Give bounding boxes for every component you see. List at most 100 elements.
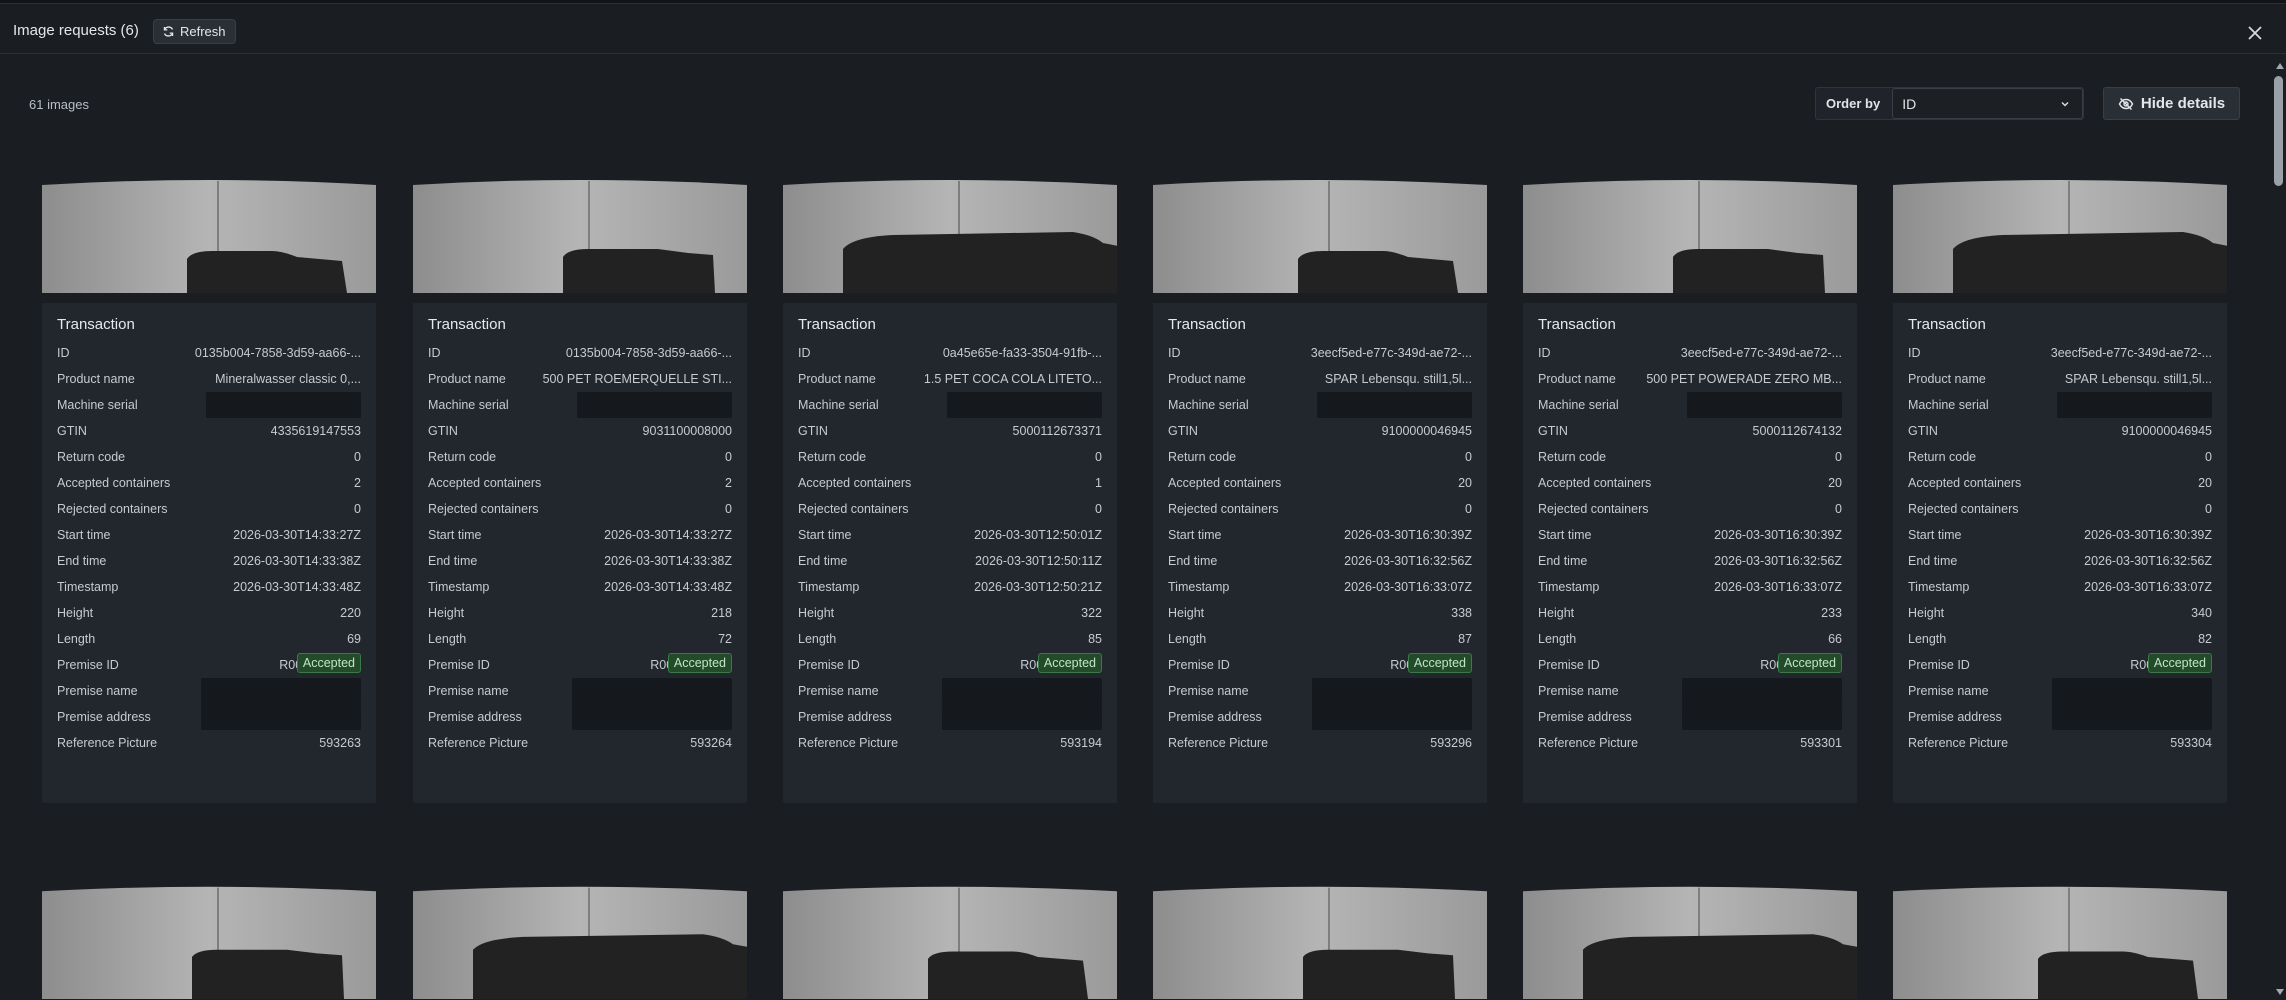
detail-row-return-code: Return code 0: [1908, 444, 2212, 470]
detail-label: Return code: [57, 450, 126, 464]
detail-row-rejected: Rejected containers 0: [798, 496, 1102, 522]
detail-row-length: Length 66: [1538, 626, 1842, 652]
detail-row-machine-serial: Machine serial: [57, 392, 361, 418]
transaction-card[interactable]: Transaction ID 3eecf5ed-e77c-349d-ae72-...…: [1893, 177, 2227, 803]
transaction-card[interactable]: Transaction ID 0135b004-7858-3d59-aa66-...…: [42, 177, 376, 803]
redacted-value: [2057, 392, 2212, 418]
detail-label: Length: [428, 632, 467, 646]
detail-value: 2026-03-30T14:33:27Z: [604, 528, 732, 542]
scrollbar-thumb[interactable]: [2274, 76, 2283, 186]
close-icon[interactable]: [2244, 22, 2266, 44]
detail-row-machine-serial: Machine serial: [798, 392, 1102, 418]
transaction-card[interactable]: Transaction ID 0135b004-7858-3d59-aa66-...…: [413, 177, 747, 803]
container-image[interactable]: [1893, 884, 2227, 999]
detail-value: 218: [711, 606, 732, 620]
detail-row-premise-address: Premise address: [1908, 704, 2212, 730]
detail-label: Start time: [1538, 528, 1592, 542]
container-image[interactable]: [783, 177, 1117, 303]
container-image[interactable]: [1523, 884, 1857, 999]
card-title: Transaction: [428, 316, 506, 333]
detail-row-height: Height 338: [1168, 600, 1472, 626]
detail-row-rejected: Rejected containers 0: [1908, 496, 2212, 522]
detail-value: 0: [1835, 450, 1842, 464]
detail-label: Rejected containers: [798, 502, 909, 516]
detail-row-premise-name: Premise name: [1168, 678, 1472, 704]
hide-details-button[interactable]: Hide details: [2103, 87, 2240, 120]
detail-label: Rejected containers: [1538, 502, 1649, 516]
detail-label: Premise address: [1908, 710, 2002, 724]
detail-value: 0: [2205, 502, 2212, 516]
container-image[interactable]: [413, 884, 747, 999]
container-image[interactable]: [42, 177, 376, 303]
status-badge: Accepted: [1777, 653, 1842, 673]
transaction-card[interactable]: Transaction ID 0a45e65e-fa33-3504-91fb-...…: [783, 177, 1117, 803]
detail-row-reference-picture: Reference Picture 593296: [1168, 730, 1472, 756]
detail-row-rejected: Rejected containers 0: [1168, 496, 1472, 522]
scroll-up-arrow[interactable]: [2276, 63, 2284, 69]
container-image[interactable]: [1893, 177, 2227, 303]
redacted-value: [1687, 392, 1842, 418]
container-image[interactable]: [783, 884, 1117, 999]
order-by-select[interactable]: ID: [1892, 88, 2084, 119]
detail-value: SPAR Lebensqu. still1,5l...: [2064, 372, 2212, 386]
detail-row-accepted: Accepted containers 20: [1538, 470, 1842, 496]
detail-label: Length: [57, 632, 96, 646]
redacted-value: [2052, 678, 2212, 704]
detail-row-end-time: End time 2026-03-30T14:33:38Z: [57, 548, 361, 574]
detail-row-start-time: Start time 2026-03-30T14:33:27Z: [428, 522, 732, 548]
detail-row-reference-picture: Reference Picture 593301: [1538, 730, 1842, 756]
status-badge: Accepted: [667, 653, 732, 673]
redacted-value: [1312, 704, 1472, 730]
container-image[interactable]: [1153, 884, 1487, 999]
detail-label: Machine serial: [798, 398, 879, 412]
detail-row-id: ID 0a45e65e-fa33-3504-91fb-...: [798, 340, 1102, 366]
container-image[interactable]: [413, 177, 747, 303]
detail-row-id: ID 3eecf5ed-e77c-349d-ae72-...: [1538, 340, 1842, 366]
detail-label: Reference Picture: [1908, 736, 2009, 750]
detail-label: Reference Picture: [798, 736, 899, 750]
detail-label: Premise name: [57, 684, 138, 698]
refresh-button[interactable]: Refresh: [153, 19, 236, 44]
transaction-card[interactable]: Transaction ID 3eecf5ed-e77c-349d-ae72-...…: [1523, 177, 1857, 803]
detail-row-rejected: Rejected containers 0: [428, 496, 732, 522]
detail-label: End time: [1908, 554, 1958, 568]
container-image[interactable]: [42, 884, 376, 999]
detail-row-length: Length 72: [428, 626, 732, 652]
card-title: Transaction: [1538, 316, 1616, 333]
container-image[interactable]: [1523, 177, 1857, 303]
detail-row-id: ID 0135b004-7858-3d59-aa66-...: [428, 340, 732, 366]
detail-label: Premise name: [1168, 684, 1249, 698]
detail-value: 3eecf5ed-e77c-349d-ae72-...: [1310, 346, 1472, 360]
detail-row-length: Length 82: [1908, 626, 2212, 652]
detail-label: ID: [428, 346, 441, 360]
detail-value: 2026-03-30T12:50:01Z: [974, 528, 1102, 542]
detail-label: Length: [1538, 632, 1577, 646]
detail-label: Start time: [1168, 528, 1222, 542]
detail-row-start-time: Start time 2026-03-30T12:50:01Z: [798, 522, 1102, 548]
card-details: Transaction ID 0135b004-7858-3d59-aa66-...…: [42, 303, 376, 756]
detail-label: Premise name: [428, 684, 509, 698]
detail-label: Length: [1168, 632, 1207, 646]
redacted-value: [947, 392, 1102, 418]
detail-value: 2026-03-30T12:50:21Z: [974, 580, 1102, 594]
detail-row-height: Height 218: [428, 600, 732, 626]
detail-row-end-time: End time 2026-03-30T16:32:56Z: [1538, 548, 1842, 574]
detail-row-product-name: Product name 1.5 PET COCA COLA LITETO...: [798, 366, 1102, 392]
transaction-card[interactable]: Transaction ID 3eecf5ed-e77c-349d-ae72-...…: [1153, 177, 1487, 803]
detail-label: Rejected containers: [1908, 502, 2019, 516]
detail-label: Return code: [1538, 450, 1607, 464]
detail-value: 2026-03-30T16:33:07Z: [2084, 580, 2212, 594]
detail-label: Timestamp: [428, 580, 490, 594]
detail-row-machine-serial: Machine serial: [1908, 392, 2212, 418]
detail-label: ID: [798, 346, 811, 360]
scroll-down-arrow[interactable]: [2276, 989, 2284, 995]
redacted-value: [201, 678, 361, 704]
container-image[interactable]: [1153, 177, 1487, 303]
detail-row-length: Length 87: [1168, 626, 1472, 652]
detail-label: Accepted containers: [1908, 476, 2022, 490]
detail-value: 2026-03-30T16:30:39Z: [1344, 528, 1472, 542]
detail-row-machine-serial: Machine serial: [428, 392, 732, 418]
detail-label: Reference Picture: [428, 736, 529, 750]
detail-label: Product name: [57, 372, 135, 386]
redacted-value: [201, 704, 361, 730]
